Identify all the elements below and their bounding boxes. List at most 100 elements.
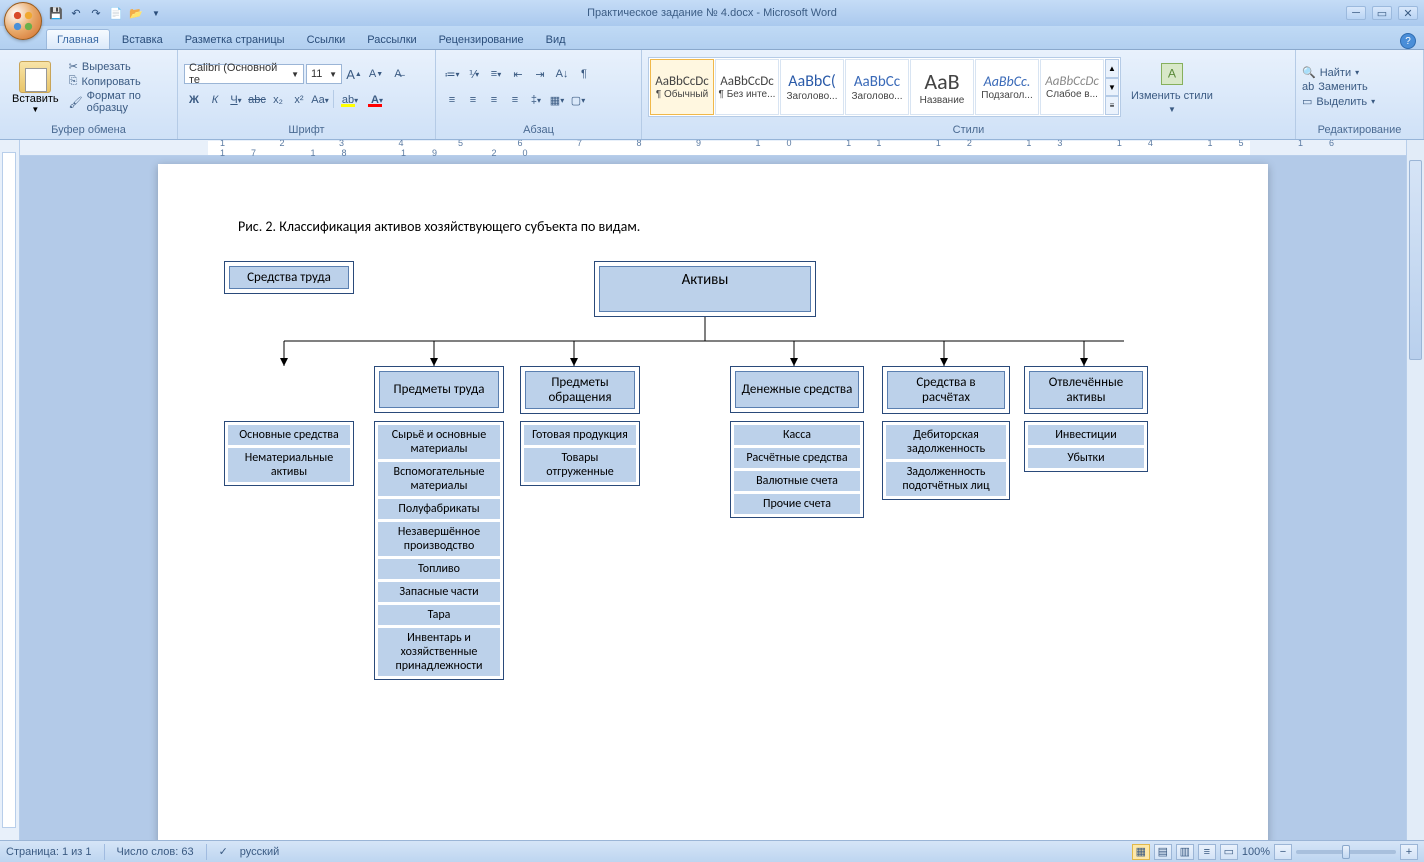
change-case-button[interactable]: Aa▾ bbox=[310, 90, 330, 110]
maximize-button[interactable]: ▭ bbox=[1372, 6, 1392, 20]
subscript-button[interactable]: x₂ bbox=[268, 90, 288, 110]
view-print-layout[interactable]: ▦ bbox=[1132, 844, 1150, 860]
paste-dropdown-icon[interactable]: ▼ bbox=[31, 105, 39, 114]
tab-review[interactable]: Рецензирование bbox=[429, 30, 534, 49]
clear-format-button[interactable]: A̶ bbox=[388, 64, 408, 84]
help-icon[interactable]: ? bbox=[1400, 33, 1416, 49]
bold-button[interactable]: Ж bbox=[184, 90, 204, 110]
close-button[interactable]: ✕ bbox=[1398, 6, 1418, 20]
spell-check-icon[interactable]: ✓ bbox=[219, 845, 228, 858]
borders-button[interactable]: ▢▾ bbox=[568, 90, 588, 110]
gallery-up-icon[interactable]: ▲ bbox=[1105, 59, 1119, 78]
multilevel-button[interactable]: ≡▾ bbox=[486, 64, 506, 84]
tab-home[interactable]: Главная bbox=[46, 29, 110, 49]
justify-button[interactable]: ≡ bbox=[505, 90, 525, 110]
highlight-button[interactable]: ab▾ bbox=[337, 90, 363, 110]
font-color-button[interactable]: A▾ bbox=[364, 90, 390, 110]
group-paragraph-title: Абзац bbox=[442, 122, 635, 139]
gallery-down-icon[interactable]: ▼ bbox=[1105, 78, 1119, 97]
row: Тара bbox=[378, 605, 500, 625]
undo-icon[interactable]: ↶ bbox=[68, 5, 84, 21]
view-web[interactable]: ▥ bbox=[1176, 844, 1194, 860]
change-styles-button[interactable]: A Изменить стили ▼ bbox=[1125, 58, 1219, 115]
superscript-button[interactable]: x² bbox=[289, 90, 309, 110]
decrease-indent-button[interactable]: ⇤ bbox=[508, 64, 528, 84]
numbering-button[interactable]: ⅟▾ bbox=[464, 64, 484, 84]
change-styles-icon: A bbox=[1158, 60, 1186, 88]
gallery-more-icon[interactable]: ≡ bbox=[1105, 96, 1119, 115]
style-subtle[interactable]: AaBbCcDcСлабое в... bbox=[1040, 59, 1104, 115]
sort-button[interactable]: A↓ bbox=[552, 64, 572, 84]
document-area[interactable]: 1 2 3 4 5 6 7 8 9 10 11 12 13 14 15 16 1… bbox=[20, 140, 1406, 840]
tab-layout[interactable]: Разметка страницы bbox=[175, 30, 295, 49]
row: Дебиторская задолженность bbox=[886, 425, 1006, 459]
paste-button[interactable]: Вставить ▼ bbox=[6, 59, 65, 116]
style-label: Заголово... bbox=[787, 91, 838, 102]
tab-insert[interactable]: Вставка bbox=[112, 30, 173, 49]
status-language[interactable]: русский bbox=[240, 846, 279, 858]
tab-mailings[interactable]: Рассылки bbox=[357, 30, 426, 49]
cat-2-title: Предметы обращения bbox=[525, 371, 635, 409]
redo-icon[interactable]: ↷ bbox=[88, 5, 104, 21]
style-no-spacing[interactable]: AaBbCcDc¶ Без инте... bbox=[715, 59, 779, 115]
tab-references[interactable]: Ссылки bbox=[297, 30, 356, 49]
style-normal[interactable]: AaBbCcDc¶ Обычный bbox=[650, 59, 714, 115]
line-spacing-button[interactable]: ‡▾ bbox=[526, 90, 546, 110]
shrink-font-button[interactable]: A▼ bbox=[366, 64, 386, 84]
zoom-in-button[interactable]: + bbox=[1400, 844, 1418, 860]
style-subtitle[interactable]: AaBbCc.Подзагол... bbox=[975, 59, 1039, 115]
view-full-screen[interactable]: ▤ bbox=[1154, 844, 1172, 860]
row: Нематериальные активы bbox=[228, 448, 350, 482]
style-title[interactable]: AaBНазвание bbox=[910, 59, 974, 115]
format-painter-button[interactable]: 🖌Формат по образцу bbox=[69, 90, 171, 114]
increase-indent-button[interactable]: ⇥ bbox=[530, 64, 550, 84]
copy-button[interactable]: ⎘Копировать bbox=[69, 75, 171, 88]
style-heading2[interactable]: AaBbCcЗаголово... bbox=[845, 59, 909, 115]
align-center-button[interactable]: ≡ bbox=[463, 90, 483, 110]
show-marks-button[interactable]: ¶ bbox=[574, 64, 594, 84]
view-outline[interactable]: ≡ bbox=[1198, 844, 1216, 860]
quick-access-toolbar: 💾 ↶ ↷ 📄 📂 ▼ bbox=[48, 5, 164, 21]
find-button[interactable]: 🔍Найти▾ bbox=[1302, 66, 1375, 79]
zoom-level[interactable]: 100% bbox=[1242, 846, 1270, 858]
font-size-combo[interactable]: 11▼ bbox=[306, 64, 342, 84]
zoom-slider[interactable] bbox=[1296, 850, 1396, 854]
style-heading1[interactable]: AaBbC(Заголово... bbox=[780, 59, 844, 115]
scroll-thumb[interactable] bbox=[1409, 160, 1422, 360]
cat-1-title: Предметы труда bbox=[379, 371, 499, 408]
underline-button[interactable]: Ч▾ bbox=[226, 90, 246, 110]
paste-icon bbox=[19, 61, 51, 93]
align-left-button[interactable]: ≡ bbox=[442, 90, 462, 110]
cat-2-rows: Готовая продукция Товары отгруженные bbox=[520, 421, 640, 486]
font-name-value: Calibri (Основной те bbox=[189, 62, 291, 86]
select-button[interactable]: ▭Выделить▾ bbox=[1302, 95, 1375, 108]
align-right-button[interactable]: ≡ bbox=[484, 90, 504, 110]
save-icon[interactable]: 💾 bbox=[48, 5, 64, 21]
paste-label: Вставить bbox=[12, 93, 59, 105]
grow-font-button[interactable]: A▲ bbox=[344, 64, 364, 84]
strike-button[interactable]: abc bbox=[247, 90, 267, 110]
vertical-scrollbar[interactable] bbox=[1406, 140, 1424, 840]
tab-view[interactable]: Вид bbox=[536, 30, 576, 49]
find-label: Найти bbox=[1320, 67, 1351, 79]
minimize-button[interactable]: ─ bbox=[1346, 6, 1366, 20]
new-icon[interactable]: 📄 bbox=[108, 5, 124, 21]
horizontal-ruler: 1 2 3 4 5 6 7 8 9 10 11 12 13 14 15 16 1… bbox=[20, 140, 1406, 156]
italic-button[interactable]: К bbox=[205, 90, 225, 110]
cut-button[interactable]: ✂Вырезать bbox=[69, 60, 171, 73]
bullets-button[interactable]: ≔▾ bbox=[442, 64, 462, 84]
group-editing-title: Редактирование bbox=[1302, 122, 1417, 139]
row: Незавершённое производство bbox=[378, 522, 500, 556]
replace-button[interactable]: abЗаменить bbox=[1302, 81, 1375, 93]
shading-button[interactable]: ▦▾ bbox=[547, 90, 567, 110]
zoom-thumb[interactable] bbox=[1342, 845, 1350, 859]
open-icon[interactable]: 📂 bbox=[128, 5, 144, 21]
group-font-title: Шрифт bbox=[184, 122, 429, 139]
qat-dropdown-icon[interactable]: ▼ bbox=[148, 5, 164, 21]
status-page[interactable]: Страница: 1 из 1 bbox=[6, 846, 92, 858]
status-words[interactable]: Число слов: 63 bbox=[117, 846, 194, 858]
font-name-combo[interactable]: Calibri (Основной те▼ bbox=[184, 64, 304, 84]
office-button[interactable] bbox=[4, 2, 42, 40]
view-draft[interactable]: ▭ bbox=[1220, 844, 1238, 860]
zoom-out-button[interactable]: − bbox=[1274, 844, 1292, 860]
